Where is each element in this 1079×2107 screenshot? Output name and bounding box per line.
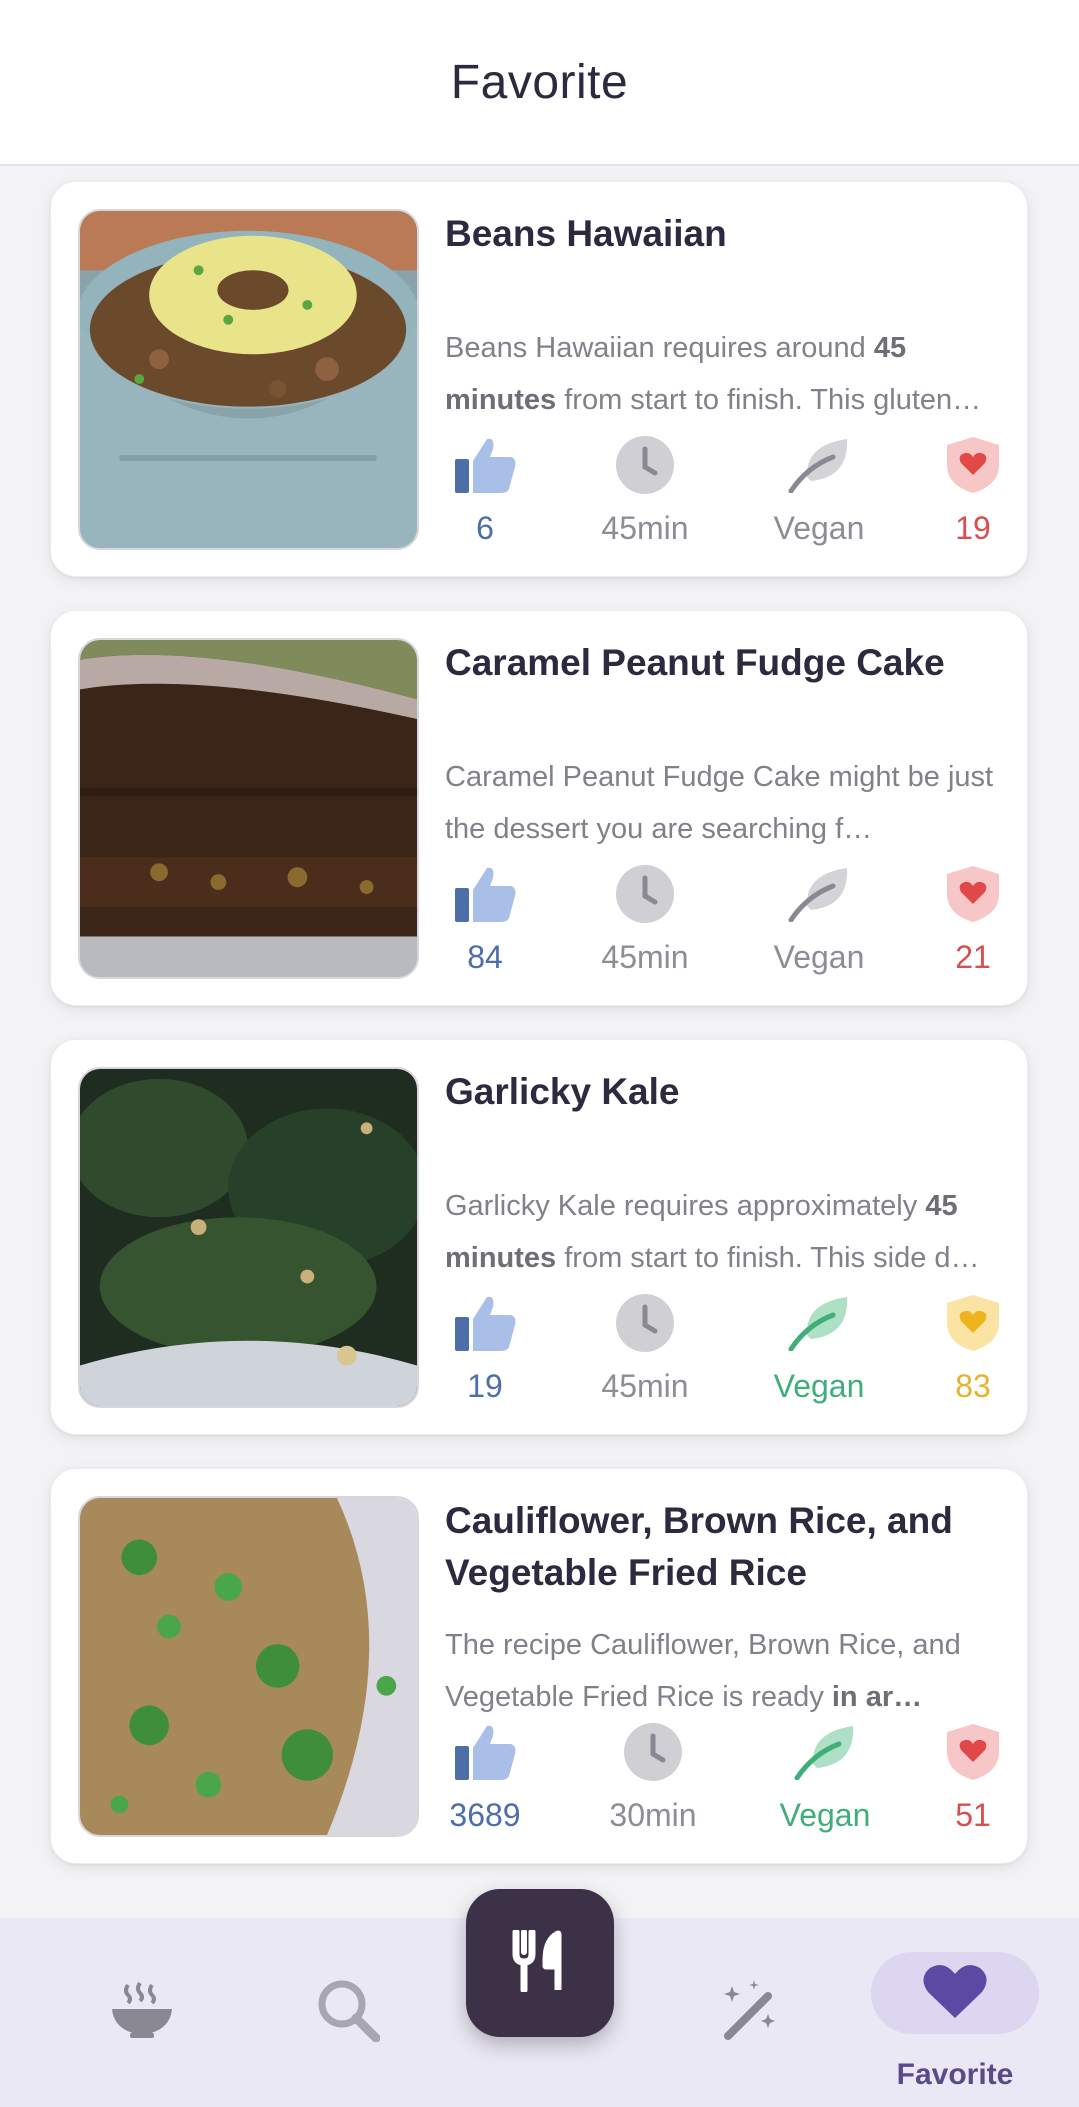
recipe-stats: 19 45min Vegan 83 (435, 1292, 1015, 1405)
tab-favorite-label[interactable]: Favorite (860, 2058, 1050, 2092)
leaf-icon (759, 1292, 879, 1354)
health-score: 83 (955, 1368, 991, 1404)
recipe-description: Beans Hawaiian requires around 45 minute… (445, 332, 982, 416)
health-stat: 21 (913, 863, 1033, 976)
page-title: Favorite (450, 55, 629, 109)
time-stat: 45min (585, 434, 705, 547)
tab-recipes[interactable] (100, 1918, 184, 2107)
clock-icon (593, 1721, 713, 1783)
tab-generate[interactable] (710, 1918, 794, 2107)
recipe-stats: 3689 30min Vegan 51 (435, 1721, 1015, 1834)
recipe-description: Garlicky Kale requires approximately 45 … (445, 1190, 980, 1274)
time-stat: 45min (585, 863, 705, 976)
thumbs-up-icon (425, 863, 545, 925)
health-score: 19 (955, 510, 991, 546)
health-stat: 83 (913, 1292, 1033, 1405)
time-value: 45min (601, 1368, 689, 1404)
diet-stat: Vegan (765, 1721, 885, 1834)
clock-icon (585, 863, 705, 925)
thumbs-up-icon (425, 1721, 545, 1783)
clock-icon (585, 434, 705, 496)
health-score: 51 (955, 1797, 991, 1833)
tab-favorite[interactable] (871, 1952, 1039, 2034)
diet-stat: Vegan (759, 863, 879, 976)
likes-stat: 3689 (425, 1721, 545, 1834)
recipe-description: Caramel Peanut Fudge Cake might be just … (445, 761, 994, 845)
time-value: 45min (601, 510, 689, 546)
diet-stat: Vegan (759, 434, 879, 547)
bowl-icon (110, 1981, 174, 2044)
recipe-card[interactable]: Beans Hawaiian Beans Hawaiian requires a… (50, 181, 1028, 577)
diet-label: Vegan (779, 1797, 871, 1833)
likes-count: 84 (467, 939, 503, 975)
diet-stat: Vegan (759, 1292, 879, 1405)
recipe-description: The recipe Cauliflower, Brown Rice, and … (445, 1629, 961, 1713)
health-shield-icon (913, 1721, 1033, 1783)
magic-wand-icon (720, 1978, 784, 2047)
heart-icon (922, 1962, 988, 2025)
likes-count: 6 (476, 510, 494, 546)
diet-label: Vegan (773, 510, 865, 546)
thumbs-up-icon (425, 434, 545, 496)
clock-icon (585, 1292, 705, 1354)
recipe-image (78, 1496, 419, 1837)
health-shield-icon (913, 1292, 1033, 1354)
health-shield-icon (913, 863, 1033, 925)
leaf-icon (759, 863, 879, 925)
time-stat: 30min (593, 1721, 713, 1834)
favorites-list: Beans Hawaiian Beans Hawaiian requires a… (50, 181, 1028, 1897)
recipe-image (78, 1067, 419, 1408)
diet-label: Vegan (773, 1368, 865, 1404)
leaf-icon (765, 1721, 885, 1783)
recipe-image (78, 209, 419, 550)
recipe-image (78, 638, 419, 979)
cook-fab-button[interactable] (466, 1889, 614, 2037)
likes-count: 19 (467, 1368, 503, 1404)
thumbs-up-icon (425, 1292, 545, 1354)
time-value: 45min (601, 939, 689, 975)
recipe-stats: 84 45min Vegan 21 (435, 863, 1015, 976)
likes-count: 3689 (449, 1797, 521, 1833)
recipe-card[interactable]: Caramel Peanut Fudge Cake Caramel Peanut… (50, 610, 1028, 1006)
app-header: Favorite (0, 0, 1079, 166)
likes-stat: 19 (425, 1292, 545, 1405)
diet-label: Vegan (773, 939, 865, 975)
recipe-title[interactable]: Beans Hawaiian (445, 208, 1005, 260)
health-stat: 51 (913, 1721, 1033, 1834)
fork-knife-icon (512, 1928, 568, 1997)
recipe-title[interactable]: Garlicky Kale (445, 1066, 1005, 1118)
recipe-title[interactable]: Cauliflower, Brown Rice, and Vegetable F… (445, 1495, 1005, 1599)
search-icon (316, 1978, 381, 2047)
health-shield-icon (913, 434, 1033, 496)
recipe-stats: 6 45min Vegan 19 (435, 434, 1015, 547)
likes-stat: 6 (425, 434, 545, 547)
tab-search[interactable] (306, 1918, 390, 2107)
recipe-card[interactable]: Cauliflower, Brown Rice, and Vegetable F… (50, 1468, 1028, 1864)
time-value: 30min (609, 1797, 697, 1833)
health-stat: 19 (913, 434, 1033, 547)
likes-stat: 84 (425, 863, 545, 976)
recipe-card[interactable]: Garlicky Kale Garlicky Kale requires app… (50, 1039, 1028, 1435)
recipe-title[interactable]: Caramel Peanut Fudge Cake (445, 637, 1005, 689)
time-stat: 45min (585, 1292, 705, 1405)
health-score: 21 (955, 939, 991, 975)
leaf-icon (759, 434, 879, 496)
